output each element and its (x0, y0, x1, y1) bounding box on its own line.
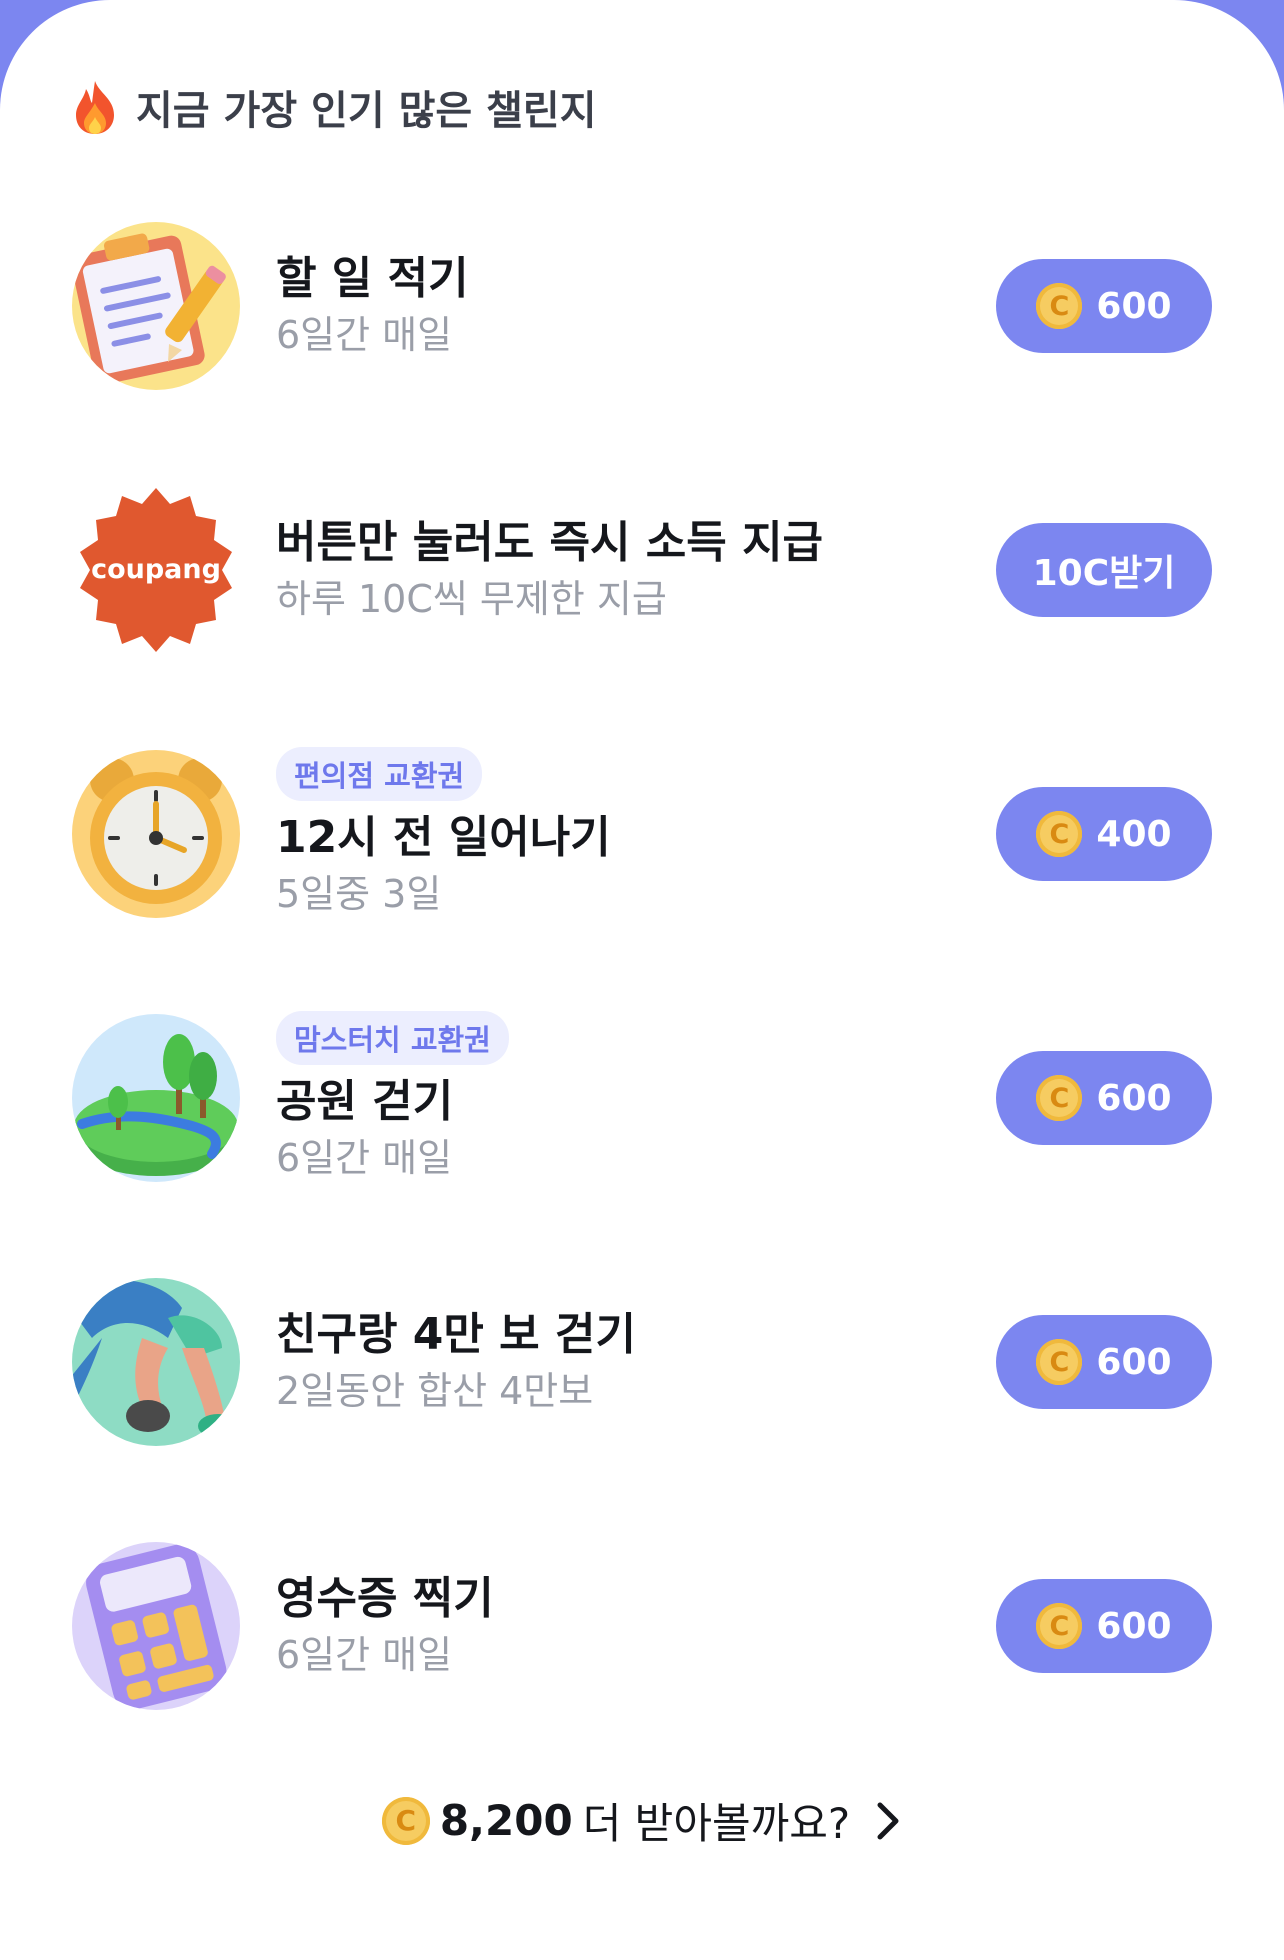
challenge-item[interactable]: coupang 버튼만 눌러도 즉시 소득 지급 하루 10C씩 무제한 지급 … (0, 486, 1284, 686)
challenge-text: 버튼만 눌러도 즉시 소득 지급 하루 10C씩 무제한 지급 (276, 486, 976, 654)
reward-amount: 600 (1096, 1605, 1172, 1647)
challenge-subtitle: 6일간 매일 (276, 1136, 453, 1180)
claim-label: 10C받기 (1032, 553, 1176, 594)
section-header: 지금 가장 인기 많은 챌린지 (72, 78, 597, 136)
walking-legs-icon (72, 1278, 240, 1446)
clipboard-pencil-icon (72, 222, 240, 390)
challenge-title: 버튼만 눌러도 즉시 소득 지급 (276, 517, 824, 568)
challenge-title: 할 일 적기 (276, 253, 469, 304)
challenge-subtitle: 6일간 매일 (276, 1633, 453, 1677)
coin-icon: C (1036, 283, 1083, 329)
reward-button[interactable]: C 600 (996, 1315, 1212, 1409)
reward-tag: 편의점 교환권 (276, 747, 483, 801)
section-title: 지금 가장 인기 많은 챌린지 (136, 88, 597, 134)
more-rewards-text: 더 받아볼까요? (582, 1799, 851, 1848)
coupang-logo: coupang (72, 486, 240, 654)
claim-button[interactable]: 10C받기 (996, 523, 1212, 617)
challenge-text: 친구랑 4만 보 걷기 2일동안 합산 4만보 (276, 1278, 976, 1446)
calculator-icon (72, 1542, 240, 1710)
challenge-text: 맘스터치 교환권 공원 걷기 6일간 매일 (276, 1011, 976, 1182)
coin-icon: C (1036, 1603, 1083, 1649)
remaining-amount: 8,200 (439, 1796, 573, 1845)
coin-icon: C (1036, 1075, 1083, 1121)
coin-icon: C (1036, 1339, 1083, 1385)
challenge-text: 편의점 교환권 12시 전 일어나기 5일중 3일 (276, 747, 976, 918)
challenge-card: 지금 가장 인기 많은 챌린지 할 일 적기 6일간 매일 C 600 coup… (0, 0, 1284, 1960)
challenge-subtitle: 2일동안 합산 4만보 (276, 1369, 594, 1413)
challenge-text: 할 일 적기 6일간 매일 (276, 222, 976, 390)
challenge-title: 영수증 찍기 (276, 1573, 494, 1624)
challenge-title: 12시 전 일어나기 (276, 812, 611, 863)
reward-button[interactable]: C 600 (996, 1579, 1212, 1673)
fire-icon (76, 81, 114, 134)
challenge-item[interactable]: 영수증 찍기 6일간 매일 C 600 (0, 1542, 1284, 1742)
challenge-item[interactable]: 친구랑 4만 보 걷기 2일동안 합산 4만보 C 600 (0, 1278, 1284, 1478)
challenge-title: 공원 걷기 (276, 1076, 454, 1127)
challenge-item[interactable]: 편의점 교환권 12시 전 일어나기 5일중 3일 C 400 (0, 747, 1284, 950)
challenge-subtitle: 하루 10C씩 무제한 지급 (276, 577, 667, 621)
reward-amount: 600 (1096, 1077, 1172, 1119)
park-icon (72, 1014, 240, 1182)
reward-amount: 400 (1096, 813, 1172, 855)
coin-icon: C (381, 1796, 430, 1845)
challenge-item[interactable]: 맘스터치 교환권 공원 걷기 6일간 매일 C 600 (0, 1011, 1284, 1214)
challenge-title: 친구랑 4만 보 걷기 (276, 1309, 636, 1360)
challenge-text: 영수증 찍기 6일간 매일 (276, 1542, 976, 1710)
more-rewards-link[interactable]: C 8,200 더 받아볼까요? (0, 1790, 1284, 1851)
reward-amount: 600 (1096, 1341, 1172, 1383)
reward-button[interactable]: C 400 (996, 787, 1212, 881)
chevron-right-icon (877, 1802, 899, 1839)
coupang-logo-text: coupang (91, 554, 221, 585)
challenge-subtitle: 5일중 3일 (276, 872, 442, 916)
challenge-item[interactable]: 할 일 적기 6일간 매일 C 600 (0, 222, 1284, 422)
reward-tag: 맘스터치 교환권 (276, 1011, 509, 1065)
reward-button[interactable]: C 600 (996, 259, 1212, 353)
reward-button[interactable]: C 600 (996, 1051, 1212, 1145)
challenge-subtitle: 6일간 매일 (276, 313, 453, 357)
alarm-clock-icon (72, 750, 240, 918)
reward-amount: 600 (1096, 285, 1172, 327)
coin-icon: C (1036, 811, 1083, 857)
